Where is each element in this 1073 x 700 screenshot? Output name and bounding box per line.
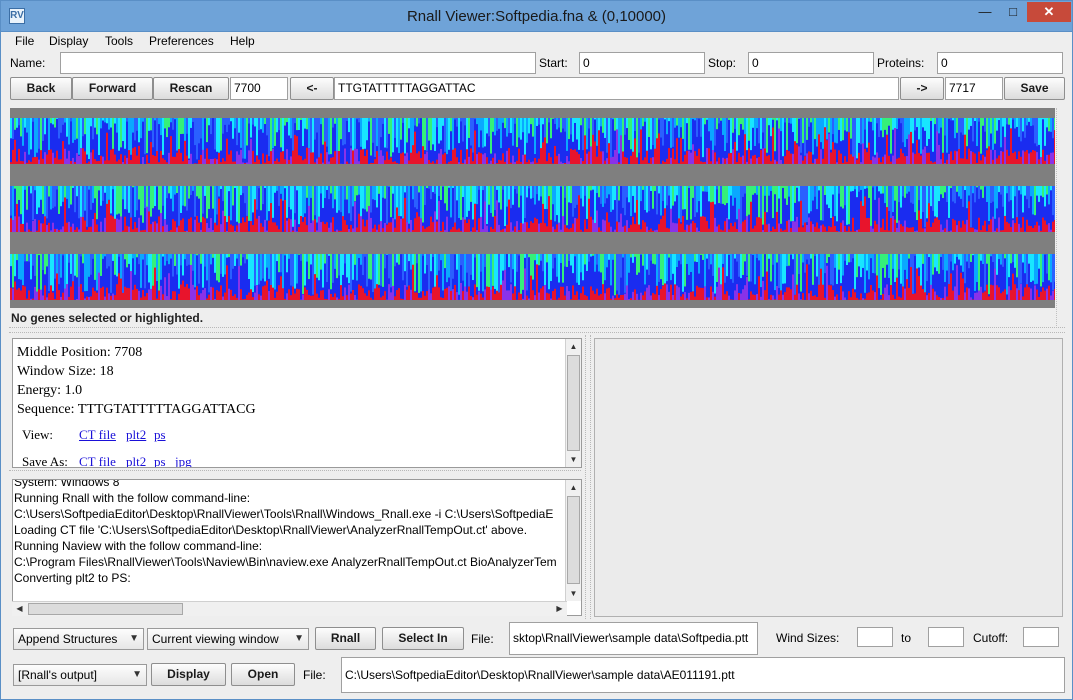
start-input[interactable]: 0 xyxy=(579,52,705,74)
menu-help[interactable]: Help xyxy=(230,34,255,48)
info-scrollbar[interactable]: ▲ ▼ xyxy=(565,339,581,467)
structure-heatmap[interactable] xyxy=(10,108,1055,308)
heatmap-track-3[interactable] xyxy=(10,254,1055,300)
scroll-left-button[interactable]: <- xyxy=(290,77,334,100)
cutoff-label: Cutoff: xyxy=(973,631,1009,645)
save-as-label: Save As: xyxy=(22,454,68,468)
window-size: Window Size: 18 xyxy=(17,364,114,379)
scroll-up-icon[interactable]: ▲ xyxy=(566,339,581,354)
wind-size-from-input[interactable] xyxy=(857,627,893,647)
scroll-down-icon[interactable]: ▼ xyxy=(566,452,581,467)
wind-sizes-label: Wind Sizes: xyxy=(776,631,840,645)
scroll-right-icon[interactable]: ▶ xyxy=(552,602,567,617)
scroll-thumb[interactable] xyxy=(567,496,580,584)
menu-file[interactable]: File xyxy=(15,34,34,48)
scroll-up-icon[interactable]: ▲ xyxy=(566,480,581,495)
stop-input[interactable]: 0 xyxy=(748,52,874,74)
save-button[interactable]: Save xyxy=(1004,77,1065,100)
to-label: to xyxy=(901,631,912,645)
menu-display[interactable]: Display xyxy=(49,34,88,48)
scroll-right-button[interactable]: -> xyxy=(900,77,944,100)
file-input[interactable]: sktop\RnallViewer\sample data\Softpedia.… xyxy=(509,622,758,655)
rescan-button[interactable]: Rescan xyxy=(153,77,229,100)
divider xyxy=(9,327,1065,331)
log-line: Loading CT file 'C:\Users\SoftpediaEdito… xyxy=(14,523,528,537)
save-ct-file-link[interactable]: CT file xyxy=(79,454,116,467)
append-structures-select[interactable]: Append Structures ▼ xyxy=(13,628,144,650)
left-position-input[interactable]: 7700 xyxy=(230,77,288,100)
chevron-down-icon: ▼ xyxy=(129,633,139,644)
display-button[interactable]: Display xyxy=(151,663,226,686)
log-line: C:\Program Files\RnallViewer\Tools\Navie… xyxy=(14,555,557,569)
wind-size-to-input[interactable] xyxy=(928,627,964,647)
scroll-left-icon[interactable]: ◀ xyxy=(12,602,27,617)
log-line: System: Windows 8 xyxy=(14,479,120,489)
stop-label: Stop: xyxy=(708,56,737,70)
heatmap-track-1[interactable] xyxy=(10,118,1055,164)
heatmap-splitter[interactable] xyxy=(1056,108,1072,328)
sequence-text: Sequence: TTTGTATTTTTAGGATTACG xyxy=(17,402,256,417)
name-input[interactable] xyxy=(60,52,536,74)
select-in-button[interactable]: Select In xyxy=(382,627,464,650)
save-ps-link[interactable]: ps xyxy=(154,454,166,467)
right-position-input[interactable]: 7717 xyxy=(945,77,1003,100)
start-label: Start: xyxy=(539,56,568,70)
proteins-label: Proteins: xyxy=(877,56,925,70)
heatmap-track-2[interactable] xyxy=(10,186,1055,232)
save-plt2-link[interactable]: plt2 xyxy=(126,454,146,467)
structure-info-panel: Middle Position: 7708 Window Size: 18 En… xyxy=(12,338,582,468)
file2-input[interactable]: C:\Users\SoftpediaEditor\Desktop\RnallVi… xyxy=(341,657,1065,693)
gene-status-text: No genes selected or highlighted. xyxy=(11,311,204,325)
view-ct-file-link[interactable]: CT file xyxy=(79,427,116,443)
open-button[interactable]: Open xyxy=(231,663,295,686)
append-structures-value: Append Structures xyxy=(18,632,118,646)
divider xyxy=(9,332,1065,336)
rnall-button[interactable]: Rnall xyxy=(315,627,376,650)
output-select[interactable]: [Rnall's output] ▼ xyxy=(13,664,147,686)
middle-position: Middle Position: 7708 xyxy=(17,345,143,360)
log-line: C:\Users\SoftpediaEditor\Desktop\RnallVi… xyxy=(14,507,554,521)
menu-preferences[interactable]: Preferences xyxy=(149,34,214,48)
proteins-input[interactable]: 0 xyxy=(937,52,1063,74)
app-window: RV Rnall Viewer:Softpedia.fna & (0,10000… xyxy=(0,0,1073,700)
cutoff-input[interactable] xyxy=(1023,627,1059,647)
structure-view-panel xyxy=(594,338,1063,617)
forward-button[interactable]: Forward xyxy=(72,77,153,100)
divider xyxy=(9,470,581,474)
panel-splitter[interactable] xyxy=(585,335,591,619)
chevron-down-icon: ▼ xyxy=(294,633,304,644)
output-value: [Rnall's output] xyxy=(18,668,98,682)
minimize-button[interactable]: — xyxy=(971,2,999,22)
maximize-button[interactable]: □ xyxy=(999,2,1027,22)
window-title: Rnall Viewer:Softpedia.fna & (0,10000) xyxy=(406,8,667,25)
viewing-window-value: Current viewing window xyxy=(152,632,279,646)
name-label: Name: xyxy=(10,56,46,70)
scroll-down-icon[interactable]: ▼ xyxy=(566,586,581,601)
title-bar: RV Rnall Viewer:Softpedia.fna & (0,10000… xyxy=(1,1,1072,32)
save-jpg-link[interactable]: jpg xyxy=(175,454,192,467)
file-label: File: xyxy=(471,632,494,646)
view-plt2-link[interactable]: plt2 xyxy=(126,427,146,443)
sequence-input[interactable]: TTGTATTTTTAGGATTAC xyxy=(334,77,899,100)
energy: Energy: 1.0 xyxy=(17,383,83,398)
log-line: Running Rnall with the follow command-li… xyxy=(14,491,251,505)
view-label: View: xyxy=(22,427,53,442)
back-button[interactable]: Back xyxy=(10,77,72,100)
scroll-thumb[interactable] xyxy=(567,355,580,451)
log-panel: System: Windows 8 Running Rnall with the… xyxy=(12,479,582,616)
menu-bar: File Display Tools Preferences Help xyxy=(1,33,1072,51)
log-line: Converting plt2 to PS: xyxy=(14,571,131,585)
menu-tools[interactable]: Tools xyxy=(105,34,133,48)
viewing-window-select[interactable]: Current viewing window ▼ xyxy=(147,628,309,650)
view-ps-link[interactable]: ps xyxy=(154,427,166,443)
chevron-down-icon: ▼ xyxy=(132,669,142,680)
log-hscrollbar[interactable]: ◀ ▶ xyxy=(12,601,567,616)
close-button[interactable]: ✕ xyxy=(1027,2,1071,22)
log-vscrollbar[interactable]: ▲ ▼ xyxy=(565,480,581,601)
file2-label: File: xyxy=(303,668,326,682)
log-line: Running Naview with the follow command-l… xyxy=(14,539,263,553)
scroll-thumb[interactable] xyxy=(28,603,183,615)
